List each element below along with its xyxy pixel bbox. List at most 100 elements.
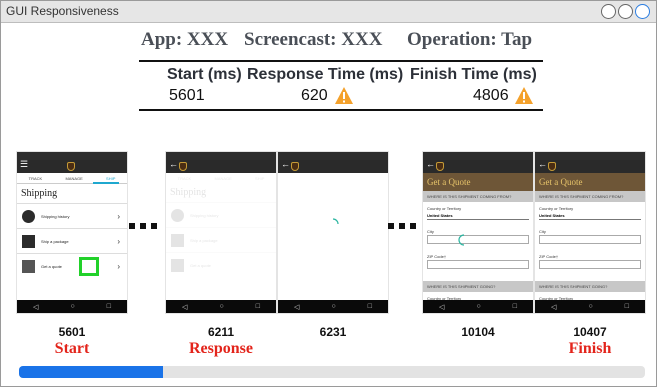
back-nav-icon: ◁: [551, 303, 557, 311]
status-bar: [535, 152, 645, 160]
operation-name: Operation: Tap: [407, 29, 533, 50]
calculator-icon: [22, 259, 35, 273]
destination-header: WHERE IS THIS SHIPMENT GOING?: [535, 281, 645, 292]
list-item: Get a quote: [166, 252, 276, 277]
close-button[interactable]: [635, 4, 650, 19]
frame-time: 10407: [573, 325, 607, 339]
app-toolbar: ←: [166, 159, 276, 173]
frame-time: 5601: [58, 325, 86, 339]
app-window: GUI Responsiveness App: XXX Screencast: …: [0, 0, 657, 387]
back-nav-icon: ◁: [439, 303, 445, 311]
loading-spinner-icon: [458, 234, 465, 246]
android-nav-bar: ◁ ○ □: [423, 300, 533, 313]
frame-time: 6231: [319, 325, 347, 339]
list-item: Shipping history: [166, 202, 276, 227]
back-arrow-icon: ←: [169, 159, 178, 169]
list-item: Shipping history ›: [17, 203, 127, 228]
table-top-rule: [139, 60, 543, 62]
quote-title: Get a Quote: [535, 173, 645, 191]
frame-label-finish: Finish: [568, 340, 612, 357]
package-icon: [22, 234, 35, 248]
back-arrow-icon: ←: [538, 159, 547, 169]
country-label: Country or Territory: [539, 206, 574, 211]
tap-indicator: [79, 257, 99, 276]
progress-fill: [19, 366, 163, 378]
start-value: 5601: [169, 87, 205, 104]
home-nav-icon: ○: [476, 303, 481, 310]
home-nav-icon: ○: [70, 303, 75, 310]
recents-nav-icon: □: [106, 303, 111, 310]
app-toolbar: ←: [278, 159, 388, 173]
ups-logo-icon: [291, 162, 299, 171]
tab-manage: MANAGE: [65, 175, 83, 181]
status-bar: [278, 152, 388, 160]
android-nav-bar: ◁ ○ □: [166, 300, 276, 313]
city-label: City: [539, 229, 546, 234]
window-title: GUI Responsiveness: [6, 4, 119, 18]
app-name: App: XXX: [141, 29, 229, 50]
home-nav-icon: ○: [588, 303, 593, 310]
minimize-button[interactable]: [601, 4, 616, 19]
window-controls: [601, 4, 650, 19]
country-label: Country or Territory: [427, 206, 462, 211]
status-bar: [423, 152, 533, 160]
table-bottom-rule: [139, 109, 543, 111]
frame-quote-loading-screenshot: ← Get a Quote WHERE IS THIS SHIPMENT COM…: [422, 151, 534, 314]
tab-bar: TRACK MANAGE SHIP: [177, 175, 265, 181]
menu-icon: ☰: [20, 159, 29, 169]
city-field: [427, 235, 529, 244]
android-nav-bar: ◁ ○ □: [278, 300, 388, 313]
back-arrow-icon: ←: [281, 159, 290, 169]
tab-indicator: [17, 182, 127, 184]
city-label: City: [427, 229, 434, 234]
response-value: 620: [301, 87, 328, 104]
frame-loading-screenshot: ← ◁ ○ □: [277, 151, 389, 314]
back-nav-icon: ◁: [33, 303, 39, 311]
shipping-title: Shipping: [21, 188, 58, 199]
origin-header: WHERE IS THIS SHIPMENT COMING FROM?: [423, 191, 533, 202]
history-icon: [22, 209, 35, 223]
list-item: Ship a package ›: [17, 228, 127, 253]
list-item: Ship a package: [166, 227, 276, 252]
zip-field: [427, 260, 529, 269]
chevron-right-icon: ›: [117, 261, 120, 271]
app-toolbar: ←: [535, 159, 645, 173]
recents-nav-icon: □: [624, 303, 629, 310]
back-arrow-icon: ←: [426, 159, 435, 169]
shipping-title: Shipping: [170, 187, 207, 198]
finish-value: 4806: [473, 87, 509, 104]
finish-col-header: Finish Time (ms): [410, 66, 537, 83]
recents-nav-icon: □: [512, 303, 517, 310]
android-nav-bar: ◁ ○ □: [535, 300, 645, 313]
chevron-right-icon: ›: [117, 211, 120, 221]
zip-field: [539, 260, 641, 269]
ups-logo-icon: [436, 162, 444, 171]
recents-nav-icon: □: [255, 303, 260, 310]
frame-label-response: Response: [188, 340, 253, 357]
city-field: [539, 235, 641, 244]
ellipsis-dots: [388, 223, 416, 229]
frame-label-start: Start: [54, 340, 90, 357]
loading-spinner-icon: [332, 218, 339, 225]
origin-header: WHERE IS THIS SHIPMENT COMING FROM?: [535, 191, 645, 202]
app-toolbar: ←: [423, 159, 533, 173]
tab-ship: SHIP: [106, 175, 116, 181]
status-bar: [166, 152, 276, 160]
back-nav-icon: ◁: [182, 303, 188, 311]
ellipsis-dots: [129, 223, 157, 229]
warning-icon: [515, 87, 533, 104]
back-nav-icon: ◁: [294, 303, 300, 311]
frame-response-screenshot: ← TRACK MANAGE SHIP Shipping Shipping hi…: [165, 151, 277, 314]
android-nav-bar: ◁ ○ □: [17, 300, 127, 313]
playback-progress-bar[interactable]: [19, 366, 645, 378]
list-item: Get a quote ›: [17, 253, 127, 278]
home-nav-icon: ○: [219, 303, 224, 310]
chevron-right-icon: ›: [117, 236, 120, 246]
frame-finish-screenshot: ← Get a Quote WHERE IS THIS SHIPMENT COM…: [534, 151, 646, 314]
destination-header: WHERE IS THIS SHIPMENT GOING?: [423, 281, 533, 292]
frame-time: 6211: [207, 325, 235, 339]
recents-nav-icon: □: [367, 303, 372, 310]
ups-logo-icon: [179, 162, 187, 171]
maximize-button[interactable]: [618, 4, 633, 19]
country-select: United States: [539, 212, 641, 220]
